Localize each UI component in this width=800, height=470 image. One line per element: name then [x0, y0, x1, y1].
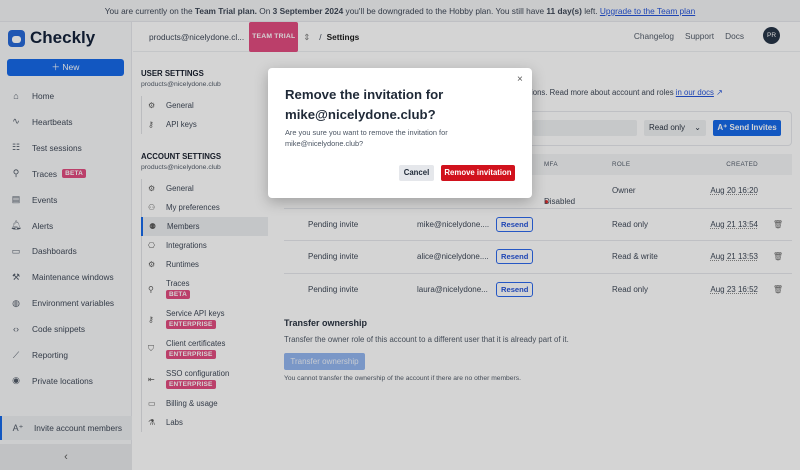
close-icon[interactable]: ×	[517, 74, 523, 85]
dialog-title: Remove the invitation for mike@nicelydon…	[285, 87, 444, 122]
remove-invitation-dialog: × Remove the invitation for mike@nicelyd…	[268, 68, 532, 198]
remove-invitation-button[interactable]: Remove invitation	[441, 165, 515, 181]
dialog-body: Are you sure you want to remove the invi…	[285, 128, 448, 148]
cancel-button[interactable]: Cancel	[399, 165, 434, 181]
